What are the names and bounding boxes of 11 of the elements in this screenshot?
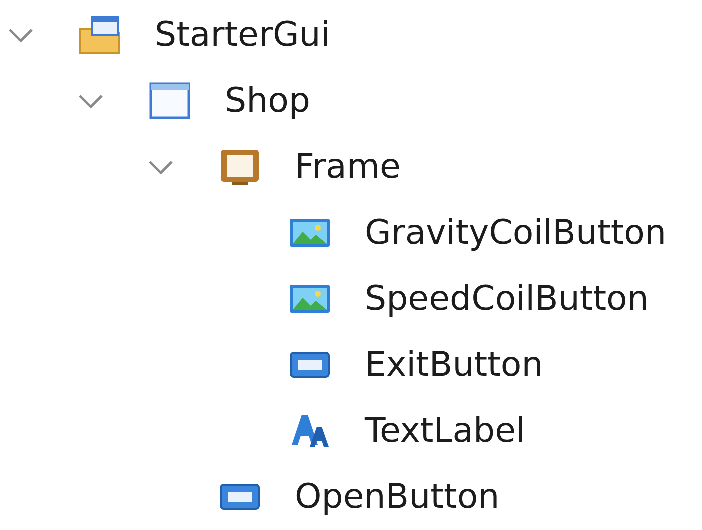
tree-item-label[interactable]: StarterGui [155,18,330,52]
tree-item-label[interactable]: TextLabel [365,414,526,448]
tree-item-label[interactable]: SpeedCoilButton [365,282,649,316]
window-icon [148,81,192,121]
tree-item-label[interactable]: Frame [295,150,401,184]
folder-window-icon [78,15,122,55]
tree-item-label[interactable]: Shop [225,84,311,118]
tree-item-label[interactable]: OpenButton [295,480,500,514]
frame-icon [218,147,262,187]
tree-item-label[interactable]: GravityCoilButton [365,216,667,250]
tree-item-label[interactable]: ExitButton [365,348,544,382]
